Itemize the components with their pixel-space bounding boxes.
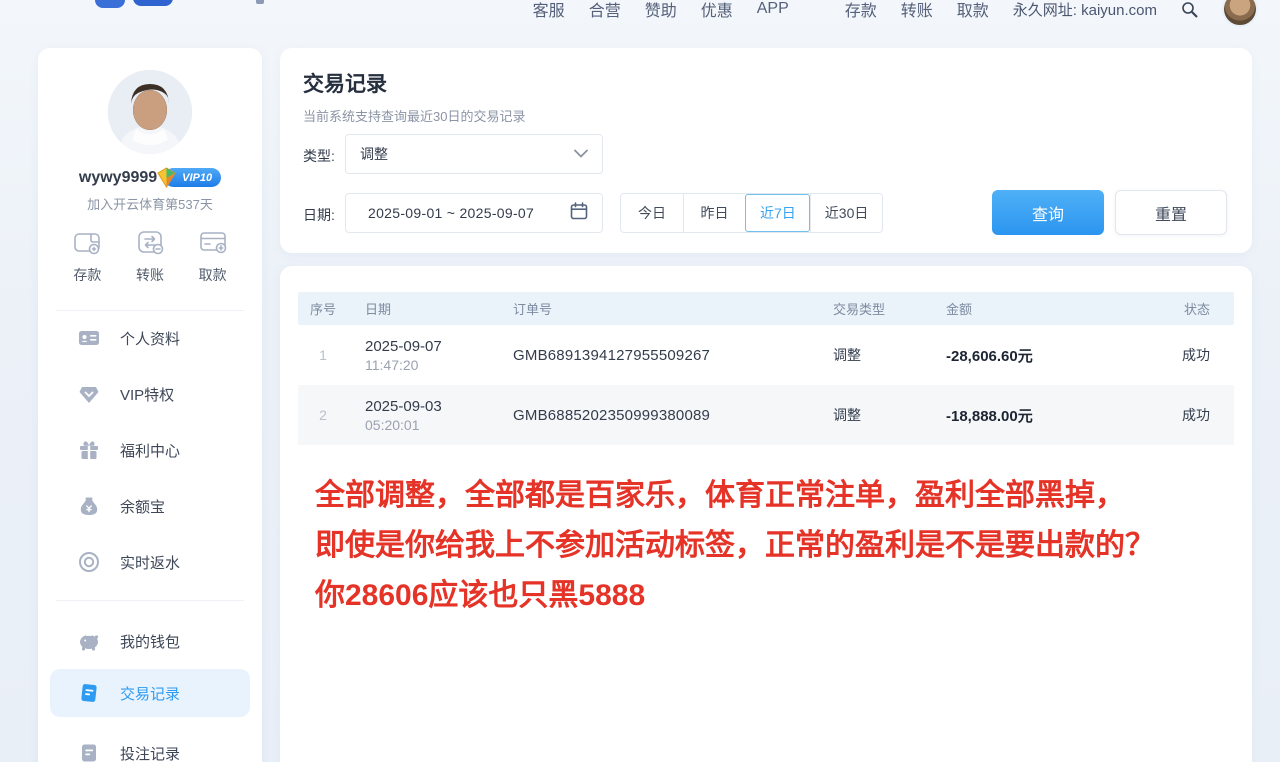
nav-sponsor[interactable]: 赞助 [645,0,677,21]
quick-action-transfer[interactable]: 转账 [134,226,166,285]
red-annotation-text: 全部调整，全部都是百家乐，体育正常注单，盈利全部黑掉， 即使是你给我上不参加活动… [315,471,1235,621]
vip-badge: VIP10 [164,168,221,187]
filter-card: 交易记录 当前系统支持查询最近30日的交易记录 类型: 调整 日期: 2025-… [280,48,1252,253]
sidebar-item-vip[interactable]: VIP特权 [38,366,262,422]
gift-icon [78,439,100,461]
deposit-wallet-icon [71,226,103,258]
sidebar-item-rebate[interactable]: 实时返水 [38,534,262,590]
username: wywy9999 [79,169,157,187]
vip-privilege-icon [78,383,100,405]
type-select-value: 调整 [360,144,388,164]
permanent-url: 永久网址: kaiyun.com [1013,0,1157,20]
nav-partnership[interactable]: 合营 [589,0,621,21]
cell-order-no: GMB6891394127955509267 [503,347,813,364]
range-7days-button[interactable]: 近7日 [745,194,810,232]
col-header-type: 交易类型 [813,299,933,318]
reset-button[interactable]: 重置 [1115,190,1227,235]
nav-customer-service[interactable]: 客服 [533,0,565,21]
quick-range-group: 今日 昨日 近7日 近30日 [620,193,883,233]
transfer-icon [134,226,166,258]
range-30days-button[interactable]: 近30日 [810,194,883,232]
col-header-date: 日期 [348,299,503,318]
sidebar: wywy9999 VIP10 加入开云体育第537天 [38,48,262,762]
quick-actions: 存款 转账 [38,226,262,285]
range-today-button[interactable]: 今日 [621,194,683,232]
cell-type: 调整 [813,405,933,425]
user-avatar-small[interactable] [1222,0,1258,27]
date-range-value: 2025-09-01 ~ 2025-09-07 [368,205,534,221]
nav-deposit[interactable]: 存款 [845,0,877,21]
nav-withdraw[interactable]: 取款 [957,0,989,21]
calendar-icon [570,202,588,225]
range-yesterday-button[interactable]: 昨日 [683,194,745,232]
top-navigation: 客服 合营 赞助 优惠 APP 存款 转账 取款 永久网址: kaiyun.co… [0,0,1280,15]
cell-status: 成功 [1123,345,1234,365]
nav-transfer[interactable]: 转账 [901,0,933,21]
quick-action-withdraw[interactable]: 取款 [197,226,229,285]
type-label: 类型: [303,146,335,166]
cell-amount: -28,606.60元 [933,345,1123,366]
cell-no: 2 [298,407,348,423]
sidebar-item-yuebao[interactable]: 余额宝 [38,478,262,534]
id-card-icon [78,327,100,349]
transactions-card: 序号 日期 订单号 交易类型 金额 状态 1 2025-09-07 11:47:… [280,266,1252,762]
cell-status: 成功 [1123,405,1234,425]
date-label: 日期: [303,205,335,225]
sidebar-item-bet-records[interactable]: 投注记录 [38,725,262,762]
cell-date: 2025-09-07 11:47:20 [348,338,503,373]
rebate-coin-icon [78,551,100,573]
sidebar-item-profile[interactable]: 个人资料 [38,310,262,366]
join-days-text: 加入开云体育第537天 [38,194,262,213]
withdraw-card-icon [197,226,229,258]
sidebar-divider [56,600,244,601]
transactions-table: 序号 日期 订单号 交易类型 金额 状态 1 2025-09-07 11:47:… [298,292,1234,445]
table-header-row: 序号 日期 订单号 交易类型 金额 状态 [298,292,1234,325]
piggy-bank-icon [78,630,100,652]
sidebar-menu-account: 个人资料 VIP特权 福利中心 余额宝 实时返水 [38,310,262,590]
quick-action-deposit[interactable]: 存款 [71,226,103,285]
col-header-amount: 金额 [933,299,1123,318]
cell-order-no: GMB6885202350999380089 [503,407,813,424]
sidebar-item-transactions[interactable]: 交易记录 [50,669,250,717]
sidebar-item-welfare[interactable]: 福利中心 [38,422,262,478]
bet-record-icon [78,742,100,762]
nav-app[interactable]: APP [757,0,789,18]
col-header-status: 状态 [1123,299,1234,318]
search-icon[interactable] [1181,1,1198,18]
page-subtitle: 当前系统支持查询最近30日的交易记录 [303,106,525,125]
chevron-down-icon [574,145,588,163]
cell-type: 调整 [813,345,933,365]
type-select[interactable]: 调整 [345,134,603,174]
col-header-order: 订单号 [503,299,813,318]
transaction-record-icon [78,682,100,704]
date-range-picker[interactable]: 2025-09-01 ~ 2025-09-07 [345,193,603,233]
cell-no: 1 [298,347,348,363]
profile-avatar[interactable] [108,70,192,154]
vip-gem-icon [156,167,177,188]
table-row: 2 2025-09-03 05:20:01 GMB688520235099938… [298,385,1234,445]
query-button[interactable]: 查询 [992,190,1104,235]
money-bag-icon [78,495,100,517]
cell-amount: -18,888.00元 [933,405,1123,426]
sidebar-item-wallet[interactable]: 我的钱包 [38,613,262,669]
col-header-no: 序号 [298,299,348,318]
table-row: 1 2025-09-07 11:47:20 GMB689139412795550… [298,325,1234,385]
cell-date: 2025-09-03 05:20:01 [348,398,503,433]
nav-promotions[interactable]: 优惠 [701,0,733,21]
page-title: 交易记录 [303,68,387,98]
sidebar-menu-records: 我的钱包 交易记录 投注记录 [38,613,262,762]
